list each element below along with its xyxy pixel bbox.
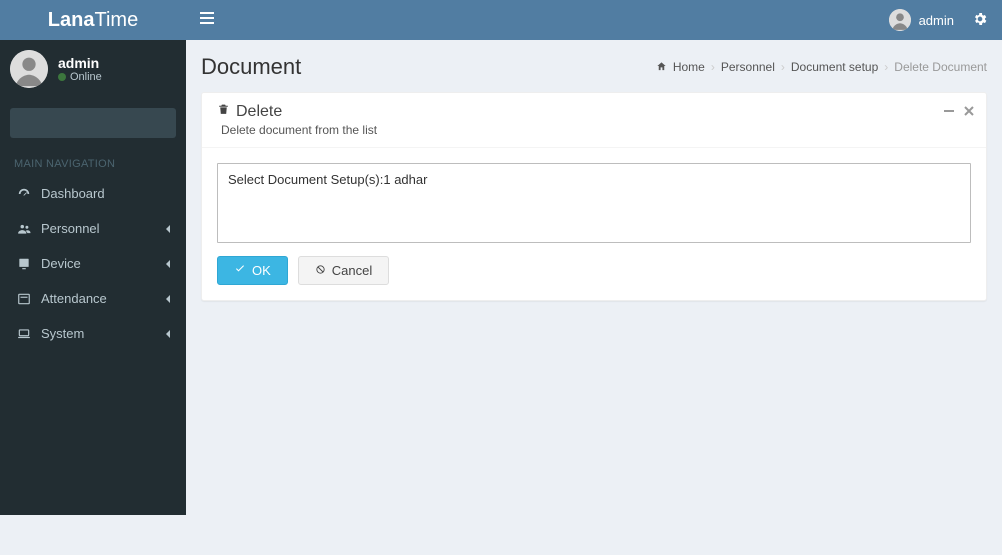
breadcrumb-link[interactable]: Personnel xyxy=(721,60,775,74)
breadcrumb-sep: › xyxy=(711,60,715,74)
brand-part1: Lana xyxy=(48,9,95,32)
avatar-icon xyxy=(889,9,911,31)
chevron-left-icon xyxy=(164,326,172,341)
home-icon xyxy=(656,60,667,74)
brand-logo[interactable]: LanaTime xyxy=(0,0,186,40)
sidebar-user-name: admin xyxy=(58,55,102,71)
ban-icon xyxy=(315,263,326,278)
trash-icon xyxy=(217,103,230,121)
header-user-label: admin xyxy=(919,13,954,28)
sidebar-item-system[interactable]: System xyxy=(0,316,186,351)
sidebar-user-panel: admin Online xyxy=(0,40,186,98)
sidebar-item-attendance[interactable]: Attendance xyxy=(0,281,186,316)
ok-button[interactable]: OK xyxy=(217,256,288,285)
sidebar-search[interactable] xyxy=(10,108,176,138)
chevron-left-icon xyxy=(164,256,172,271)
selection-summary: Select Document Setup(s):1 adhar xyxy=(217,163,971,243)
breadcrumb-link[interactable]: Document setup xyxy=(791,60,878,74)
sidebar-item-label: System xyxy=(41,326,164,341)
online-dot-icon xyxy=(58,73,66,81)
page-title: Document xyxy=(201,54,301,80)
breadcrumb: Home › Personnel › Document setup › Dele… xyxy=(656,60,987,74)
sidebar-item-label: Device xyxy=(41,256,164,271)
panel-title: Delete xyxy=(217,103,971,121)
delete-panel: Delete Delete document from the list Sel… xyxy=(201,92,987,301)
collapse-icon[interactable] xyxy=(944,103,954,119)
users-icon xyxy=(17,222,35,236)
sidebar-item-label: Personnel xyxy=(41,221,164,236)
laptop-icon xyxy=(17,327,35,341)
sidebar-item-label: Attendance xyxy=(41,291,164,306)
sidebar-item-dashboard[interactable]: Dashboard xyxy=(0,176,186,211)
brand-part2: Time xyxy=(94,9,138,32)
check-icon xyxy=(234,263,246,278)
menu-toggle-icon[interactable] xyxy=(200,11,214,30)
dashboard-icon xyxy=(17,187,35,201)
sidebar-item-personnel[interactable]: Personnel xyxy=(0,211,186,246)
avatar-icon xyxy=(10,50,48,88)
sidebar-item-device[interactable]: Device xyxy=(0,246,186,281)
panel-subtitle: Delete document from the list xyxy=(217,123,971,137)
chevron-left-icon xyxy=(164,221,172,236)
cancel-button[interactable]: Cancel xyxy=(298,256,389,285)
breadcrumb-current: Delete Document xyxy=(894,60,987,74)
settings-icon[interactable] xyxy=(972,11,988,30)
breadcrumb-sep: › xyxy=(781,60,785,74)
breadcrumb-sep: › xyxy=(884,60,888,74)
device-icon xyxy=(17,257,35,271)
header-user-menu[interactable]: admin xyxy=(889,9,954,31)
sidebar-item-label: Dashboard xyxy=(41,186,172,201)
sidebar-user-status: Online xyxy=(58,71,102,83)
chevron-left-icon xyxy=(164,291,172,306)
breadcrumb-link[interactable]: Home xyxy=(673,60,705,74)
nav-section-header: MAIN NAVIGATION xyxy=(0,148,186,176)
attendance-icon xyxy=(17,292,35,306)
close-icon[interactable] xyxy=(964,103,974,119)
